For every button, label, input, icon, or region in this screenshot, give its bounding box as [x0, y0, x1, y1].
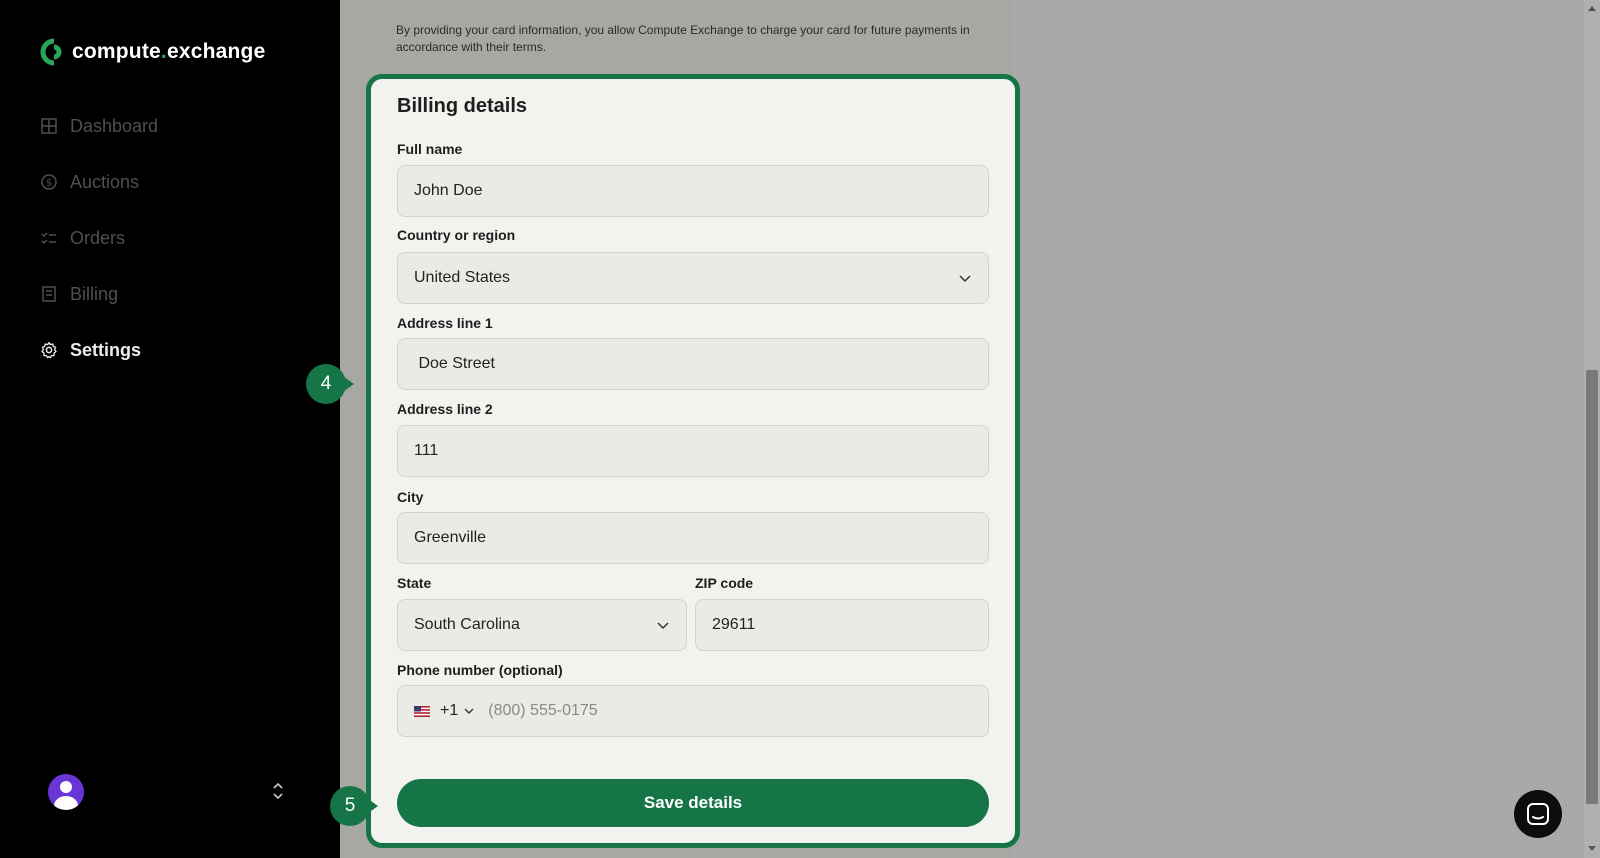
city-field[interactable]: Greenville [397, 512, 989, 564]
sidebar-item-label: Dashboard [70, 115, 159, 136]
svg-text:$: $ [46, 178, 52, 189]
phone-placeholder: (800) 555-0175 [488, 702, 598, 719]
country-label: Country or region [397, 227, 516, 243]
scroll-down-arrow[interactable] [1588, 846, 1596, 851]
grid-icon [40, 117, 58, 135]
sidebar-item-auctions[interactable]: $ Auctions [40, 154, 158, 210]
sidebar-item-dashboard[interactable]: Dashboard [40, 98, 158, 154]
phone-country-code[interactable]: +1 [440, 702, 458, 720]
billing-details-card: Billing details Full name John Doe Count… [366, 74, 1020, 848]
city-value: Greenville [414, 529, 487, 546]
zip-label: ZIP code [695, 575, 754, 591]
logo-mark-icon [40, 38, 62, 66]
sidebar-item-label: Orders [70, 227, 126, 248]
sidebar-item-orders[interactable]: Orders [40, 210, 158, 266]
chevron-down-icon [959, 275, 971, 283]
dollar-circle-icon: $ [40, 173, 58, 191]
page-scrollbar[interactable] [1584, 0, 1600, 858]
phone-field[interactable]: +1 (800) 555-0175 [397, 685, 989, 737]
scroll-up-arrow[interactable] [1588, 6, 1596, 11]
city-label: City [397, 489, 424, 505]
brand-name: compute.exchange [72, 40, 266, 63]
state-label: State [397, 575, 432, 591]
full-name-value: John Doe [414, 182, 483, 199]
step-badge-4: 4 [306, 364, 354, 404]
full-name-label: Full name [397, 141, 463, 157]
phone-label: Phone number (optional) [397, 662, 563, 678]
billing-title: Billing details [397, 95, 528, 117]
sidebar-item-label: Auctions [70, 171, 140, 192]
brand-logo[interactable]: compute.exchange [40, 38, 265, 66]
country-select[interactable]: United States [397, 252, 989, 304]
sidebar-nav: Dashboard $ Auctions Orders Billing Sett… [40, 98, 158, 378]
avatar[interactable] [48, 774, 84, 810]
gear-icon [40, 341, 58, 359]
chat-launcher-button[interactable] [1514, 790, 1562, 838]
address2-value: 111 [414, 442, 439, 459]
address1-field[interactable]: Doe Street [397, 338, 989, 390]
chevron-down-icon[interactable] [464, 706, 474, 716]
address2-field[interactable]: 111 [397, 425, 989, 477]
account-switcher-icon[interactable] [270, 780, 286, 802]
save-details-button[interactable]: Save details [397, 779, 989, 827]
state-select[interactable]: South Carolina [397, 599, 687, 651]
step-badge-5: 5 [330, 786, 378, 826]
document-icon [40, 285, 58, 303]
country-value: United States [414, 269, 511, 286]
state-value: South Carolina [414, 616, 520, 633]
address1-value: Doe Street [414, 355, 495, 372]
sidebar-item-label: Settings [70, 339, 142, 360]
us-flag-icon[interactable] [414, 705, 430, 717]
checklist-icon [40, 229, 58, 247]
sidebar-item-label: Billing [70, 283, 119, 304]
card-consent-text: By providing your card information, you … [396, 23, 970, 54]
full-name-field[interactable]: John Doe [397, 165, 989, 217]
sidebar-item-settings[interactable]: Settings [40, 322, 158, 378]
address2-label: Address line 2 [397, 401, 493, 417]
scrollbar-thumb[interactable] [1586, 370, 1598, 804]
address1-label: Address line 1 [397, 315, 493, 331]
sidebar: compute.exchange Dashboard $ Auctions Or… [0, 0, 340, 858]
chat-icon [1527, 803, 1549, 825]
zip-field[interactable]: 29611 [695, 599, 989, 651]
sidebar-item-billing[interactable]: Billing [40, 266, 158, 322]
zip-value: 29611 [712, 616, 756, 633]
chevron-down-icon [657, 622, 669, 630]
